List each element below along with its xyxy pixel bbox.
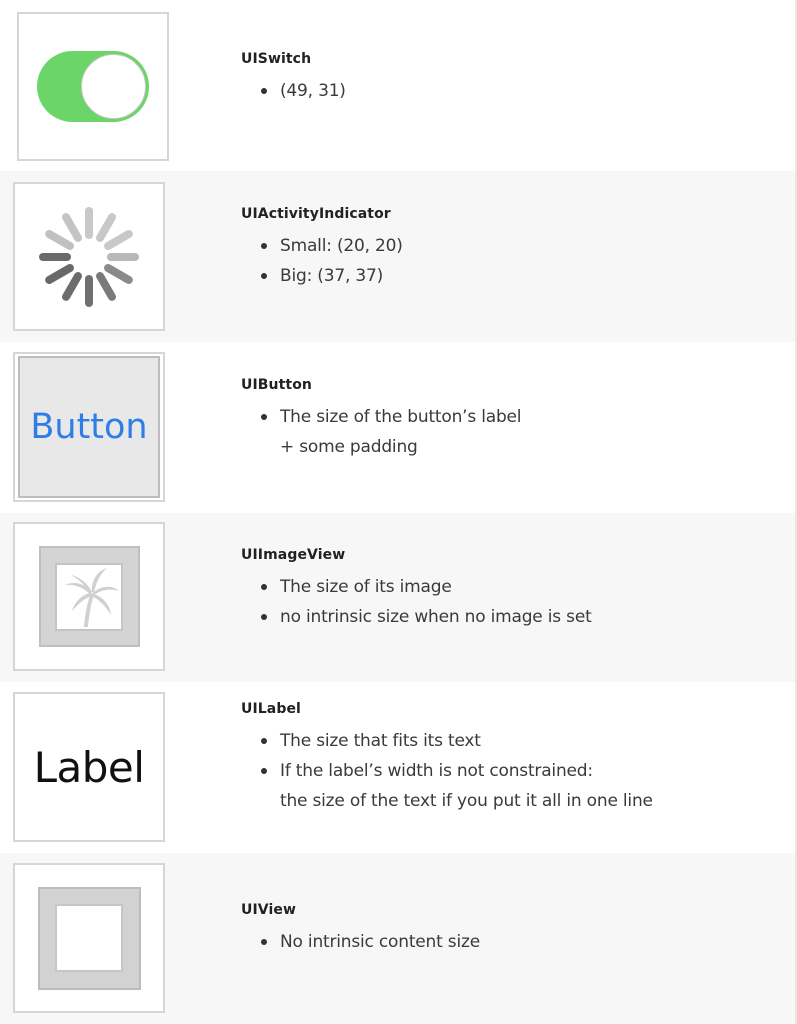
- uiactivityindicator-thumbnail: [13, 182, 165, 331]
- row-uiswitch: UISwitch (49, 31): [0, 0, 795, 171]
- bullet-dot: [261, 243, 267, 249]
- bullet-item: The size of the button’s label: [241, 402, 522, 432]
- uiactivityindicator-title: UIActivityIndicator: [241, 206, 391, 222]
- activity-indicator-icon: [39, 206, 139, 307]
- row-uilabel: Label UILabel The size that fits its tex…: [0, 682, 795, 853]
- view-inner-box: [55, 904, 123, 972]
- sample-button: Button: [18, 356, 160, 498]
- bullet-item: No intrinsic content size: [241, 927, 480, 957]
- bullet-item: The size of its image: [241, 572, 592, 602]
- image-frame: [38, 546, 140, 647]
- uiactivityindicator-info: UIActivityIndicator Small: (20, 20) Big:…: [241, 205, 403, 291]
- uibutton-bullets: The size of the button’s label + some pa…: [241, 402, 522, 462]
- uilabel-thumbnail: Label: [13, 692, 165, 842]
- sample-label: Label: [33, 742, 145, 792]
- bullet-item: no intrinsic size when no image is set: [241, 602, 592, 632]
- uibutton-info: UIButton The size of the button’s label …: [241, 376, 522, 462]
- row-uiview: UIView No intrinsic content size: [0, 853, 795, 1024]
- uilabel-info: UILabel The size that fits its text If t…: [241, 700, 653, 816]
- switch-icon: [37, 51, 149, 122]
- uiimageview-bullets: The size of its image no intrinsic size …: [241, 572, 592, 632]
- bullet-dot: [261, 584, 267, 590]
- uiimageview-thumbnail: [13, 522, 165, 671]
- row-uiactivityindicator: UIActivityIndicator Small: (20, 20) Big:…: [0, 171, 795, 342]
- uilabel-title: UILabel: [241, 701, 301, 717]
- uibutton-title: UIButton: [241, 377, 312, 393]
- bullet-item: Big: (37, 37): [241, 261, 403, 291]
- uiimageview-title: UIImageView: [241, 547, 346, 563]
- switch-knob: [81, 54, 146, 119]
- intrinsic-size-reference: UISwitch (49, 31) UIActivityIndicator Sm…: [0, 0, 797, 1024]
- uiview-bullets: No intrinsic content size: [241, 927, 480, 957]
- uiswitch-thumbnail: [17, 12, 169, 161]
- row-uibutton: Button UIButton The size of the button’s…: [0, 342, 795, 513]
- uiview-thumbnail: [13, 863, 165, 1013]
- uiswitch-bullets: (49, 31): [241, 76, 346, 106]
- bullet-item: The size that fits its text: [241, 726, 653, 756]
- uiswitch-info: UISwitch (49, 31): [241, 50, 346, 106]
- bullet-dot: [261, 414, 267, 420]
- bullet-item: If the label’s width is not constrained:: [241, 756, 653, 786]
- uiimageview-info: UIImageView The size of its image no int…: [241, 546, 592, 632]
- bullet-dot: [261, 939, 267, 945]
- uiview-info: UIView No intrinsic content size: [241, 901, 480, 957]
- bullet-dot: [261, 614, 267, 620]
- uibutton-thumbnail: Button: [13, 352, 165, 502]
- palm-tree-image-icon: [55, 562, 123, 631]
- uiactivityindicator-bullets: Small: (20, 20) Big: (37, 37): [241, 231, 403, 291]
- bullet-dot: [261, 273, 267, 279]
- bullet-item: (49, 31): [241, 76, 346, 106]
- bullet-item: Small: (20, 20): [241, 231, 403, 261]
- view-frame: [37, 886, 141, 990]
- bullet-dot: [261, 738, 267, 744]
- uiswitch-title: UISwitch: [241, 51, 312, 67]
- row-uiimageview: UIImageView The size of its image no int…: [0, 513, 795, 682]
- bullet-dot: [261, 88, 267, 94]
- uilabel-bullets: The size that fits its text If the label…: [241, 726, 653, 816]
- uiview-title: UIView: [241, 902, 296, 918]
- bullet-continuation: the size of the text if you put it all i…: [280, 791, 653, 811]
- bullet-dot: [261, 768, 267, 774]
- bullet-continuation: + some padding: [280, 437, 418, 457]
